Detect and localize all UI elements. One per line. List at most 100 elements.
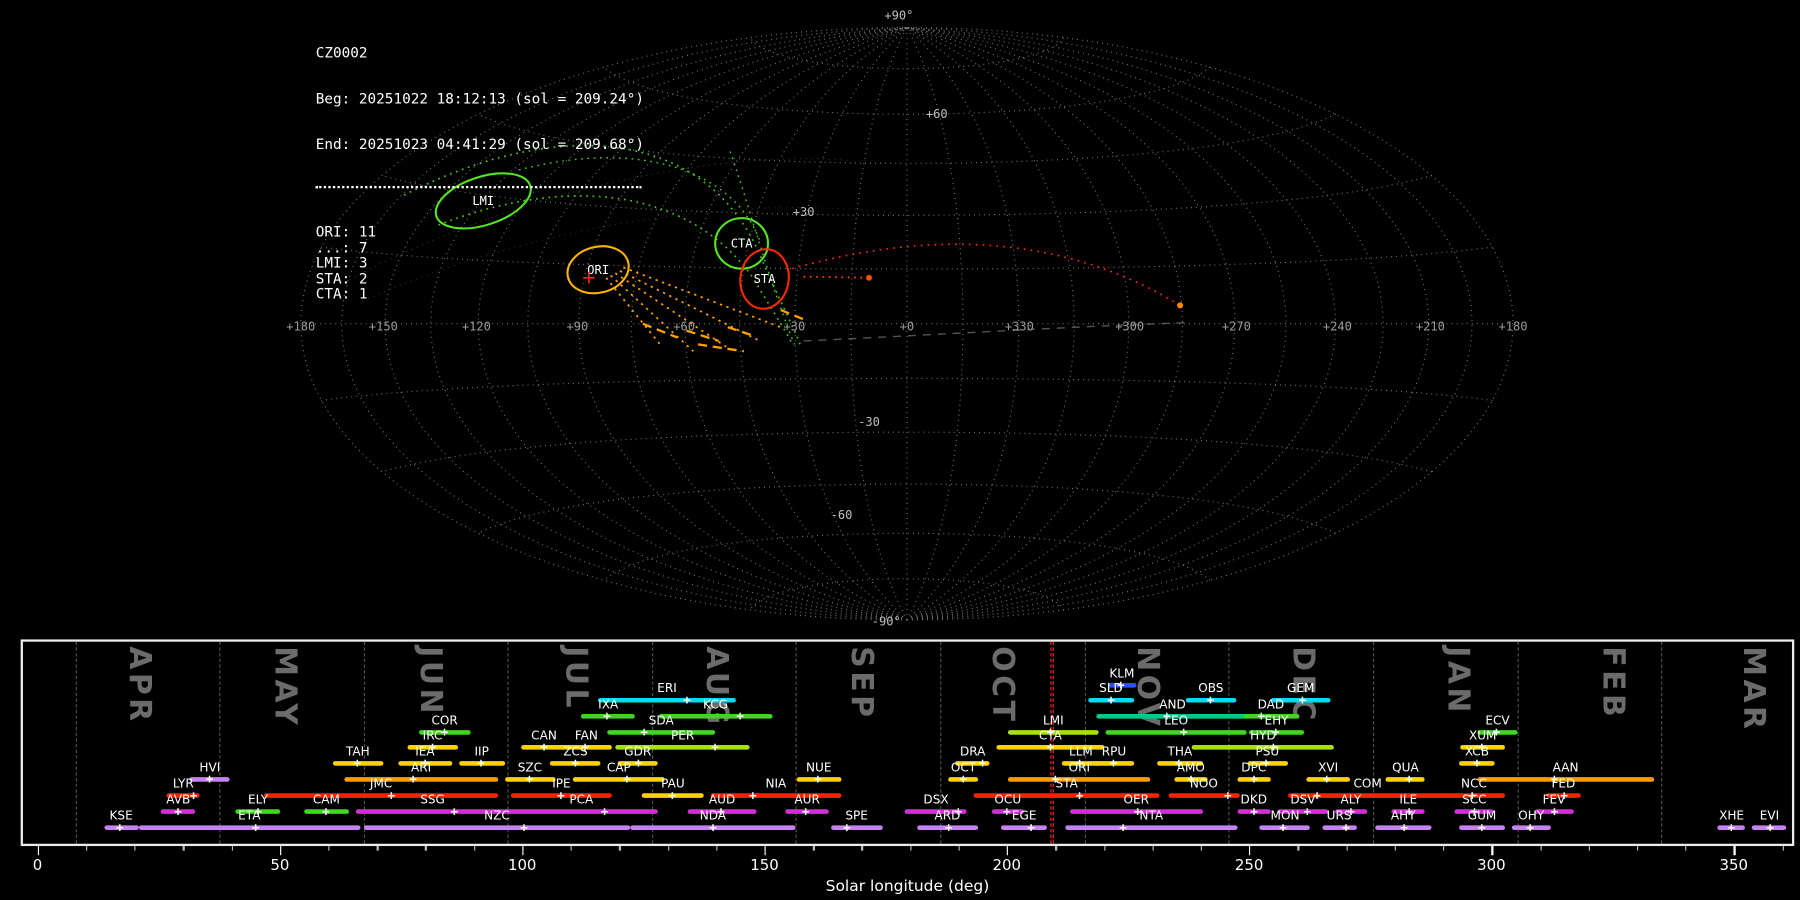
x-tick-major [37, 846, 40, 856]
shower-label-com: COM [1353, 777, 1382, 791]
ecliptic-longitude-label: +210 [1416, 320, 1445, 334]
shower-peak-klm: + [1116, 677, 1125, 693]
x-tick-label: 300 [1477, 857, 1506, 875]
shower-peak-ecv: + [1492, 724, 1501, 740]
sta-radiant-label: STA [754, 272, 777, 286]
shower-peak-leo: + [1179, 724, 1188, 740]
obs-begin: Beg: 20251022 18:12:13 (sol = 209.24°) [315, 89, 644, 107]
shower-bar-eta [138, 825, 361, 830]
shower-peak-xum: + [1477, 739, 1486, 755]
x-tick-minor [134, 846, 137, 851]
x-tick-minor [473, 846, 476, 851]
shower-peak-pca: + [600, 803, 609, 819]
shower-peak-sda: + [640, 724, 649, 740]
month-label-sep: SEP [844, 646, 879, 721]
x-tick-minor [909, 846, 912, 851]
x-tick-minor [1539, 846, 1542, 851]
x-tick-label: 250 [1234, 857, 1264, 875]
shower-peak-com: + [1313, 787, 1321, 803]
shower-peak-mon: + [1279, 819, 1287, 835]
ecliptic-longitude-label: +30 [784, 320, 806, 334]
shower-peak-ohy: + [1526, 819, 1535, 835]
shower-peak-xvi: + [1322, 771, 1331, 787]
shower-label-nta: NTA [1139, 809, 1164, 824]
shower-peak-ipe: + [557, 787, 565, 803]
x-tick-major [764, 846, 767, 856]
ecliptic-longitude-label: +0 [900, 320, 915, 334]
shower-bar-pca [504, 809, 658, 814]
shower-peak-ori: + [1051, 771, 1060, 787]
shower-peak-dsv: + [1303, 803, 1312, 819]
shower-bar-spe [830, 825, 883, 830]
shower-label-sda: SDA [648, 714, 674, 728]
shower-peak-cap: + [623, 771, 631, 787]
month-boundary-line [1228, 641, 1230, 844]
month-label-oct: OCT [984, 646, 1020, 725]
shower-peak-dkd: + [1250, 803, 1258, 819]
shower-peak-ehy: + [1272, 724, 1280, 740]
shower-peak-szc: + [525, 771, 534, 787]
obs-end: End: 20251023 04:41:29 (sol = 209.68°) [315, 135, 644, 153]
shower-peak-tah: + [353, 755, 362, 771]
sta-trail-dot [866, 274, 872, 281]
ecliptic-latitude-label: -90° [872, 615, 901, 629]
shower-bar-cap [573, 777, 665, 782]
shower-peak-gum: + [1477, 819, 1486, 835]
ecliptic-longitude-label: +300 [1115, 320, 1144, 334]
shower-peak-dad: + [1257, 708, 1266, 724]
ecliptic-latitude-label: +90° [884, 9, 913, 23]
sky-map: +180 +150 +120 +90 +60 +30 +0 +330 +300 +270 +240 +… [286, 9, 1528, 629]
shower-peak-ncc: + [1468, 787, 1476, 803]
shower-peak-xhe: + [1727, 819, 1736, 835]
shower-bar-nta [1065, 825, 1238, 830]
shower-peak-psu: + [1262, 755, 1270, 771]
shower-bar-ori [1008, 777, 1151, 782]
shower-peak-amo: + [1187, 771, 1195, 787]
shower-label-dsx: DSX [923, 793, 949, 808]
x-tick-minor [812, 846, 815, 851]
shower-bar-kcg [658, 714, 773, 719]
x-tick-label: 350 [1719, 857, 1749, 875]
shower-peak-aud: + [717, 803, 725, 819]
x-tick-label: 200 [992, 857, 1022, 875]
shower-label-per: PER [670, 728, 695, 743]
shower-peak-hyd: + [1269, 739, 1278, 755]
x-tick-minor [1200, 846, 1203, 851]
shower-peak-cam: + [322, 803, 330, 819]
shower-label-nzc: NZC [484, 809, 510, 824]
activity-timeline: APR MAY JUN JUL AUG SEP OCT NOV DEC JAN FEB MAR KLM +… [20, 639, 1795, 847]
sta-dotted-segment [803, 275, 870, 279]
shower-label-kcg: KCG [703, 697, 729, 712]
shower-peak-kse: + [116, 819, 124, 835]
month-label-jul: JUL [558, 646, 593, 711]
shower-peak-nda: + [709, 819, 717, 835]
shower-peak-fan: + [581, 739, 589, 755]
shower-label-ssg: SSG [420, 793, 445, 808]
shower-peak-lmi: + [1046, 724, 1055, 740]
x-tick-minor [425, 846, 427, 851]
ecliptic-longitude-label: +180 [1499, 320, 1528, 334]
shower-count: LMI: 3 [315, 253, 368, 272]
shower-peak-iea: + [421, 755, 429, 771]
shower-peak-spe: + [843, 819, 851, 835]
ecliptic-longitude-label: +270 [1222, 320, 1251, 334]
shower-peak-gem: + [1298, 692, 1307, 708]
x-tick-minor [1297, 846, 1300, 851]
x-tick-minor [1103, 846, 1106, 851]
shower-peak-evi: + [1766, 819, 1774, 835]
shower-peak-iip: + [477, 755, 485, 771]
month-label-apr: APR [122, 646, 157, 725]
x-tick-major [1491, 846, 1494, 856]
shower-bar-nzc [363, 825, 631, 830]
month-label-feb: FEB [1595, 646, 1630, 721]
shower-peak-kcg: + [736, 708, 745, 724]
x-tick-minor [619, 846, 621, 851]
shower-peak-llm: + [1075, 755, 1084, 771]
x-tick-label: 0 [32, 857, 43, 875]
x-tick-minor [1685, 846, 1687, 851]
shower-peak-hvi: + [205, 771, 214, 787]
shower-peak-qua: + [1405, 771, 1413, 787]
shower-peak-dsx: + [954, 803, 963, 819]
shower-peak-irc: + [428, 739, 437, 755]
shower-bar-sda [607, 730, 716, 735]
